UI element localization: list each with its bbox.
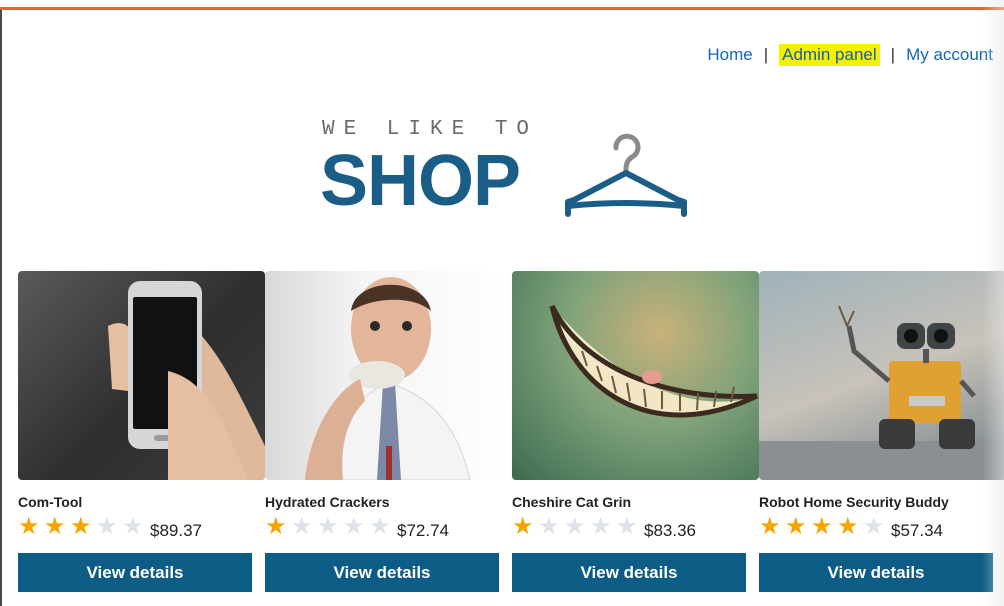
star-filled-icon: ★ <box>265 513 287 540</box>
logo-wordmark: SHOP <box>320 141 521 221</box>
product-name: Robot Home Security Buddy <box>759 494 949 510</box>
star-filled-icon: ★ <box>785 513 807 540</box>
left-window-border <box>0 10 2 606</box>
toy-robot-image[interactable] <box>759 271 1004 480</box>
star-empty-icon: ★ <box>369 513 391 540</box>
star-empty-icon: ★ <box>96 513 118 540</box>
product-name: Hydrated Crackers <box>265 494 390 510</box>
star-filled-icon: ★ <box>759 513 781 540</box>
product-rating: ★ ★ ★ ★ ★ <box>512 514 642 540</box>
nav-separator: | <box>890 45 896 64</box>
product-rating: ★ ★ ★ ★ ★ <box>759 514 889 540</box>
product-card: Hydrated Crackers ★ ★ ★ ★ ★ $72.74 View deta… <box>265 271 512 592</box>
star-filled-icon: ★ <box>512 513 534 540</box>
man-eating-cracker-image[interactable] <box>265 271 512 480</box>
star-filled-icon: ★ <box>837 513 859 540</box>
star-empty-icon: ★ <box>590 513 612 540</box>
star-empty-icon: ★ <box>343 513 365 540</box>
star-empty-icon: ★ <box>616 513 638 540</box>
nav-my-account-link[interactable]: My account <box>906 45 993 65</box>
nav-home-link[interactable]: Home <box>707 45 752 65</box>
nav-admin-panel-link[interactable]: Admin panel <box>779 44 880 66</box>
cheshire-grin-image[interactable] <box>512 271 759 480</box>
star-filled-icon: ★ <box>70 513 92 540</box>
product-rating: ★ ★ ★ ★ ★ <box>18 514 148 540</box>
hanger-icon <box>565 133 687 217</box>
product-price: $57.34 <box>891 521 943 540</box>
star-filled-icon: ★ <box>811 513 833 540</box>
product-name: Com-Tool <box>18 494 83 510</box>
product-price: $83.36 <box>644 521 696 540</box>
product-rating: ★ ★ ★ ★ ★ <box>265 514 395 540</box>
logo-tagline: WE LIKE TO <box>322 118 539 141</box>
site-logo[interactable]: WE LIKE TO SHOP <box>320 116 700 221</box>
view-details-button[interactable]: View details <box>759 553 993 592</box>
view-details-button[interactable]: View details <box>512 553 746 592</box>
product-card: Com-Tool ★ ★ ★ ★ ★ $89.37 View details <box>18 271 265 592</box>
product-price: $72.74 <box>397 521 449 540</box>
view-details-button[interactable]: View details <box>18 553 252 592</box>
product-card: Robot Home Security Buddy ★ ★ ★ ★ ★ $57.34 V… <box>759 271 1004 592</box>
top-nav: Home | Admin panel | My account <box>707 44 993 66</box>
product-name: Cheshire Cat Grin <box>512 494 632 510</box>
phone-in-hand-image[interactable] <box>18 271 265 480</box>
top-accent-bar <box>0 0 1004 10</box>
product-price: $89.37 <box>150 521 202 540</box>
star-empty-icon: ★ <box>317 513 339 540</box>
star-filled-icon: ★ <box>18 513 40 540</box>
star-empty-icon: ★ <box>122 513 144 540</box>
star-empty-icon: ★ <box>564 513 586 540</box>
view-details-button[interactable]: View details <box>265 553 499 592</box>
product-grid: Com-Tool ★ ★ ★ ★ ★ $89.37 View details Hydra… <box>18 271 1004 606</box>
star-filled-icon: ★ <box>44 513 66 540</box>
product-card: Cheshire Cat Grin ★ ★ ★ ★ ★ $83.36 View deta… <box>512 271 759 592</box>
nav-separator: | <box>763 45 769 64</box>
star-empty-icon: ★ <box>863 513 885 540</box>
star-empty-icon: ★ <box>291 513 313 540</box>
star-empty-icon: ★ <box>538 513 560 540</box>
